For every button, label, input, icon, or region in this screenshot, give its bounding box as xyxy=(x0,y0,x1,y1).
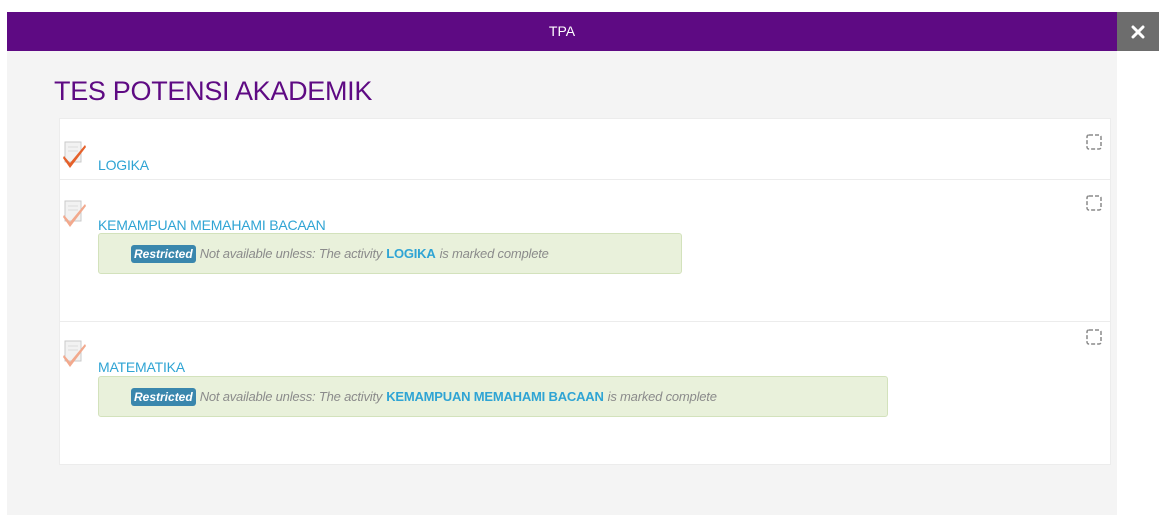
restriction-notice: Restricted Not available unless: The act… xyxy=(98,376,888,417)
page-title: TES POTENSI AKADEMIK xyxy=(54,76,373,106)
restricted-badge: Restricted xyxy=(131,244,196,263)
activity-section: LOGIKA KEMAMPUAN MEMAHAMI BACAAN Restric… xyxy=(59,118,1111,465)
restriction-text-prefix: Not available unless: The activity xyxy=(199,246,383,261)
restriction-text-suffix: is marked complete xyxy=(607,389,717,404)
restriction-activity-link[interactable]: LOGIKA xyxy=(386,246,436,261)
restriction-text-suffix: is marked complete xyxy=(439,246,549,261)
activity-link-logika[interactable]: LOGIKA xyxy=(98,157,149,173)
restricted-badge: Restricted xyxy=(131,387,196,406)
activity-link-kemampuan[interactable]: KEMAMPUAN MEMAHAMI BACAAN xyxy=(98,217,326,233)
activity-item-matematika: MATEMATIKA Restricted Not available unle… xyxy=(60,321,1110,464)
restriction-notice: Restricted Not available unless: The act… xyxy=(98,233,682,274)
quiz-check-icon xyxy=(63,340,86,367)
restriction-activity-link[interactable]: KEMAMPUAN MEMAHAMI BACAAN xyxy=(386,389,604,404)
restriction-text-prefix: Not available unless: The activity xyxy=(199,389,383,404)
activity-item-kemampuan: KEMAMPUAN MEMAHAMI BACAAN Restricted Not… xyxy=(60,179,1110,322)
activity-link-matematika[interactable]: MATEMATIKA xyxy=(98,359,185,375)
modal-dialog: TPA TES POTENSI AKADEMIK LOGIKA KEMAMPUA… xyxy=(7,12,1117,515)
modal-header: TPA xyxy=(7,12,1117,51)
completion-checkbox-icon[interactable] xyxy=(1085,328,1103,346)
completion-checkbox-icon[interactable] xyxy=(1085,194,1103,212)
completion-checkbox-icon[interactable] xyxy=(1085,133,1103,151)
quiz-check-icon xyxy=(63,200,86,227)
close-icon xyxy=(1131,25,1145,38)
quiz-check-icon xyxy=(63,141,86,168)
modal-title: TPA xyxy=(548,23,576,39)
activity-item-logika: LOGIKA xyxy=(60,119,1110,179)
close-button[interactable] xyxy=(1117,12,1159,51)
